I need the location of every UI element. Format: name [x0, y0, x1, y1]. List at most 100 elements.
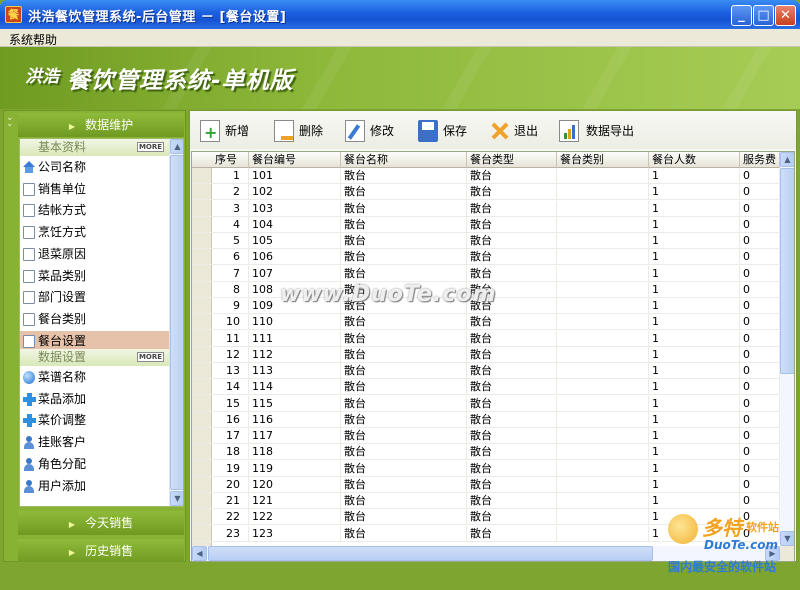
toolbar: 新增 删除 修改 保存 退出 数据导出 [190, 111, 796, 149]
table-row[interactable]: 2 102 散台 散台 1 0 [192, 184, 780, 201]
table-cell: 散台 [341, 168, 467, 184]
scroll-thumb[interactable] [208, 546, 653, 561]
sidebar-item-label: 菜品类别 [38, 268, 87, 283]
table-cell: 0 [740, 216, 780, 233]
export-button[interactable]: 数据导出 [559, 119, 649, 143]
table-row[interactable]: 13 113 散台 散台 1 0 [192, 363, 780, 380]
table-cell: 5 [212, 233, 249, 249]
table-cell: 0 [740, 184, 780, 201]
sidebar-item[interactable]: 用户添加 [20, 476, 169, 497]
table-row[interactable]: 19 119 散台 散台 1 0 [192, 460, 780, 477]
sidebar-item-label: 餐台设置 [38, 333, 87, 348]
table-row[interactable]: 21 121 散台 散台 1 0 [192, 493, 780, 510]
document-icon [23, 204, 35, 218]
sidebar-item-label: 菜品添加 [38, 391, 87, 406]
table-row[interactable]: 11 111 散台 散台 1 0 [192, 330, 780, 347]
table-row[interactable]: 12 112 散台 散台 1 0 [192, 346, 780, 363]
sidebar-item[interactable]: 角色分配 [20, 454, 169, 475]
sidebar-item[interactable]: 结帐方式 [20, 200, 169, 221]
table-cell: 散台 [467, 168, 557, 184]
sidebar-item[interactable]: 餐台类别 [20, 309, 169, 330]
nav-header-history-sales[interactable]: ▶ 历史销售 [18, 539, 184, 563]
sidebar-item[interactable]: 部门设置 [20, 287, 169, 308]
watermark-logo-slogan: 国内最安全的软件站 [668, 560, 777, 574]
sidebar-item[interactable]: 菜品添加 [20, 389, 169, 410]
plus-icon [23, 414, 36, 428]
save-button[interactable]: 保存 [418, 119, 478, 143]
table-cell: 0 [740, 428, 780, 444]
scroll-up-arrow-icon[interactable]: ▲ [170, 139, 183, 154]
window-title: 洪浩餐饮管理系统-后台管理 － [餐台设置] [28, 10, 287, 25]
table-row[interactable]: 15 115 散台 散台 1 0 [192, 395, 780, 412]
table-cell [557, 444, 649, 461]
table-row[interactable]: 6 106 散台 散台 1 0 [192, 249, 780, 266]
table-cell: 1 [649, 184, 740, 201]
table-cell: 115 [249, 395, 341, 412]
app-icon[interactable]: 餐 [5, 6, 22, 23]
table-cell: 10 [212, 314, 249, 331]
table-row[interactable]: 10 110 散台 散台 1 0 [192, 314, 780, 331]
delete-document-icon [274, 120, 294, 142]
sidebar-item[interactable]: 菜价调整 [20, 410, 169, 431]
scroll-thumb[interactable] [780, 168, 794, 374]
triangle-right-icon: ▶ [68, 520, 76, 529]
column-header[interactable]: 餐台名称 [341, 152, 467, 168]
table-row[interactable]: 17 117 散台 散台 1 0 [192, 428, 780, 445]
edit-button[interactable]: 修改 [345, 119, 405, 143]
table-cell: 14 [212, 379, 249, 396]
scroll-left-arrow-icon[interactable]: ◀ [192, 546, 207, 561]
menu-system-help[interactable]: 系统帮助 [9, 31, 57, 48]
sidebar-item[interactable]: 公司名称 [20, 157, 169, 178]
table-cell: 1 [649, 298, 740, 314]
sidebar-item[interactable]: 烹饪方式 [20, 222, 169, 243]
table-cell: 101 [249, 168, 341, 184]
delete-button[interactable]: 删除 [274, 119, 334, 143]
table-row[interactable]: 18 118 散台 散台 1 0 [192, 444, 780, 461]
minimize-button[interactable]: _ [731, 5, 752, 26]
table-row[interactable]: 4 104 散台 散台 1 0 [192, 216, 780, 233]
table-row[interactable]: 7 107 散台 散台 1 0 [192, 265, 780, 282]
table-cell: 0 [740, 476, 780, 493]
table-row[interactable]: 14 114 散台 散台 1 0 [192, 379, 780, 396]
column-header[interactable]: 餐台人数 [649, 152, 740, 168]
collapse-chevron-icon[interactable]: ⌄ ⌄ [6, 114, 14, 129]
more-button[interactable]: MORE [137, 142, 164, 152]
grid-vertical-scrollbar[interactable]: ▲ ▼ [780, 152, 794, 546]
table-row[interactable]: 16 116 散台 散台 1 0 [192, 411, 780, 428]
scroll-down-arrow-icon[interactable]: ▼ [170, 491, 183, 506]
close-button[interactable]: ✕ [775, 5, 796, 26]
sidebar-item[interactable]: 菜谱名称 [20, 367, 169, 388]
column-header[interactable]: 序号 [212, 152, 249, 168]
table-row[interactable]: 1 101 散台 散台 1 0 [192, 168, 780, 185]
table-row[interactable]: 5 105 散台 散台 1 0 [192, 233, 780, 250]
sidebar-item-label: 角色分配 [38, 456, 87, 471]
column-header[interactable]: 餐台类型 [467, 152, 557, 168]
edit-pencil-icon [345, 120, 365, 142]
table-cell: 散台 [341, 444, 467, 461]
scroll-up-arrow-icon[interactable]: ▲ [780, 152, 794, 167]
sidebar-item[interactable]: 挂账客户 [20, 432, 169, 453]
scroll-thumb[interactable] [170, 155, 183, 490]
nav-header-data-maintenance[interactable]: ▶ 数据维护 [18, 113, 184, 137]
table-row[interactable]: 3 103 散台 散台 1 0 [192, 200, 780, 217]
table-row[interactable]: 20 120 散台 散台 1 0 [192, 476, 780, 493]
nav-header-today-sales[interactable]: ▶ 今天销售 [18, 511, 184, 535]
exit-button[interactable]: 退出 [489, 119, 549, 143]
maximize-button[interactable]: □ [753, 5, 774, 26]
more-button[interactable]: MORE [137, 352, 164, 362]
sidebar-item[interactable]: 销售单位 [20, 179, 169, 200]
column-header[interactable]: 餐台类别 [557, 152, 649, 168]
table-cell: 散台 [467, 363, 557, 379]
house-icon [23, 161, 35, 174]
table-cell: 111 [249, 330, 341, 347]
document-icon [23, 269, 35, 283]
sidebar-item[interactable]: 菜品类别 [20, 266, 169, 287]
sidebar-scrollbar[interactable]: ▲ ▼ [169, 139, 183, 506]
new-button-label: 新增 [225, 124, 250, 138]
column-header[interactable]: 餐台编号 [249, 152, 341, 168]
table-cell: 118 [249, 444, 341, 461]
column-header[interactable]: 服务费 [740, 152, 780, 168]
new-button[interactable]: 新增 [200, 119, 260, 143]
table-cell: 119 [249, 460, 341, 477]
sidebar-item[interactable]: 退菜原因 [20, 244, 169, 265]
